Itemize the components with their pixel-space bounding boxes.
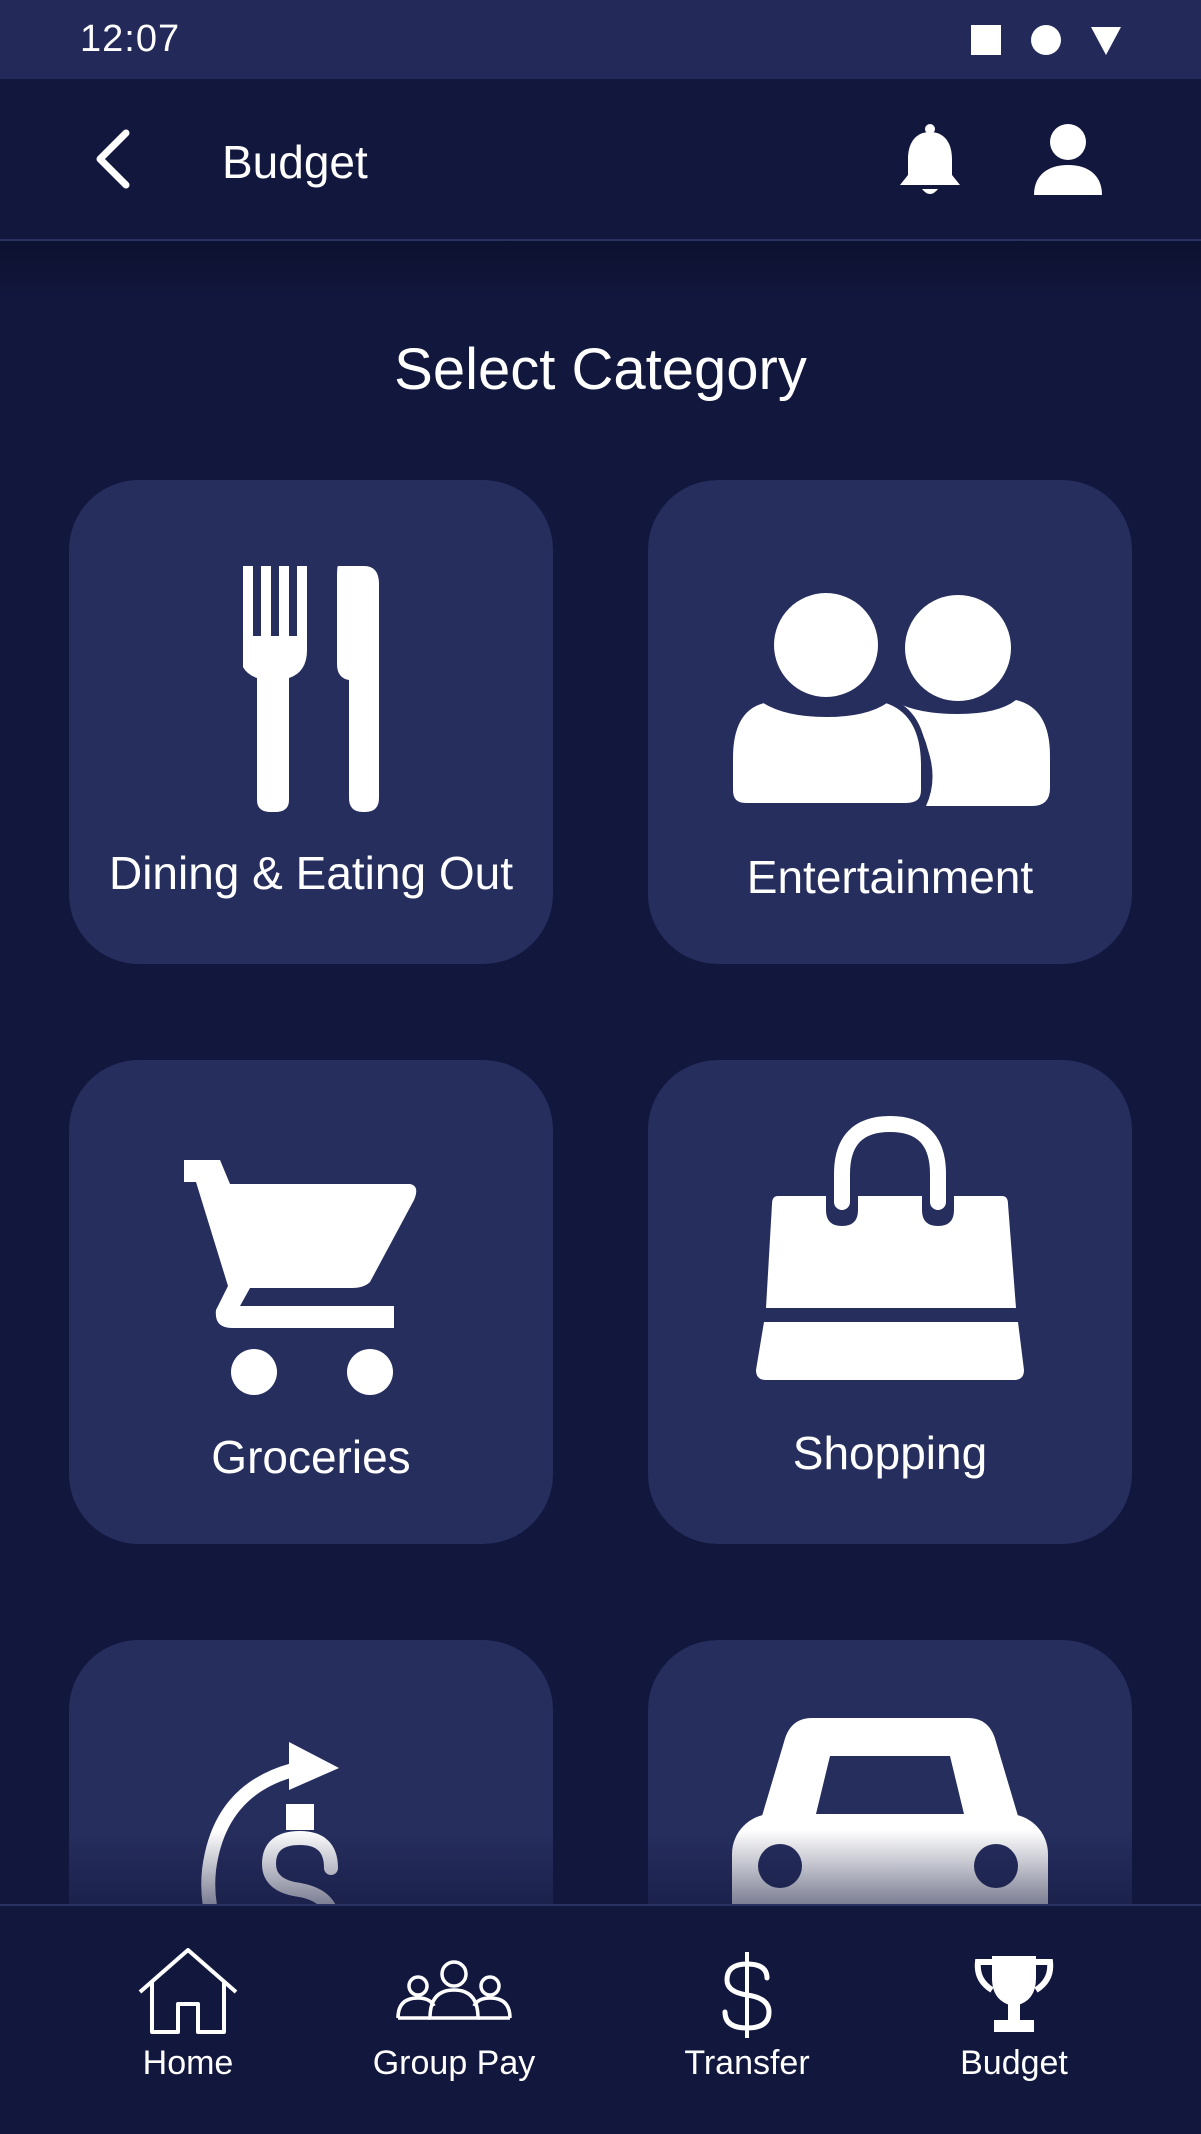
category-label: Groceries — [211, 1431, 411, 1483]
nav-label-home: Home — [142, 2044, 234, 2082]
category-label: Shopping — [792, 1427, 988, 1479]
shopping-bag-icon — [756, 1116, 1024, 1380]
category-tile-transport[interactable] — [648, 1640, 1132, 1904]
people-icon — [728, 590, 1050, 806]
page-title: Budget — [222, 136, 368, 188]
category-tile-recurring[interactable] — [69, 1640, 553, 1904]
record-circle-icon — [1031, 25, 1061, 55]
group-icon — [396, 1960, 512, 2020]
dollar-icon — [722, 1952, 772, 2038]
nav-label-transfer: Transfer — [684, 2044, 810, 2082]
notifications-button[interactable] — [892, 123, 968, 199]
category-grid: Dining & Eating Out Entertainment Grocer… — [0, 460, 1201, 1904]
header-shadow — [0, 241, 1201, 301]
fork-knife-icon — [243, 566, 379, 812]
bottom-nav: Home Group Pay Transfer Budget — [0, 1904, 1201, 2134]
nav-item-home[interactable]: Home — [58, 1906, 318, 2134]
bell-icon — [900, 124, 960, 194]
category-tile-shopping[interactable]: Shopping — [648, 1060, 1132, 1544]
nav-item-group-pay[interactable]: Group Pay — [324, 1906, 584, 2134]
category-tile-dining[interactable]: Dining & Eating Out — [69, 480, 553, 964]
user-icon — [1034, 124, 1102, 195]
shopping-cart-icon — [184, 1160, 417, 1395]
profile-button[interactable] — [1028, 123, 1108, 199]
recurring-dollar-icon — [201, 1742, 339, 1904]
nav-item-transfer[interactable]: Transfer — [617, 1906, 877, 2134]
section-title: Select Category — [394, 337, 807, 402]
stop-square-icon — [971, 25, 1001, 55]
status-icons — [971, 22, 1121, 58]
home-icon — [138, 1948, 238, 2034]
category-tile-entertainment[interactable]: Entertainment — [648, 480, 1132, 964]
nav-label-budget: Budget — [960, 2044, 1068, 2082]
nav-label-group-pay: Group Pay — [372, 2044, 536, 2082]
back-button[interactable] — [88, 129, 148, 189]
category-label: Dining & Eating Out — [108, 847, 513, 899]
app-bar: Budget — [0, 79, 1201, 241]
status-bar: 12:07 — [0, 0, 1201, 79]
trophy-icon — [974, 1956, 1054, 2032]
status-time: 12:07 — [80, 18, 181, 60]
category-tile-groceries[interactable]: Groceries — [69, 1060, 553, 1544]
back-chevron-icon — [96, 129, 130, 189]
category-label: Entertainment — [746, 851, 1034, 903]
nav-item-budget[interactable]: Budget — [884, 1906, 1144, 2134]
car-icon — [732, 1718, 1048, 1904]
signal-triangle-icon — [1091, 27, 1121, 55]
